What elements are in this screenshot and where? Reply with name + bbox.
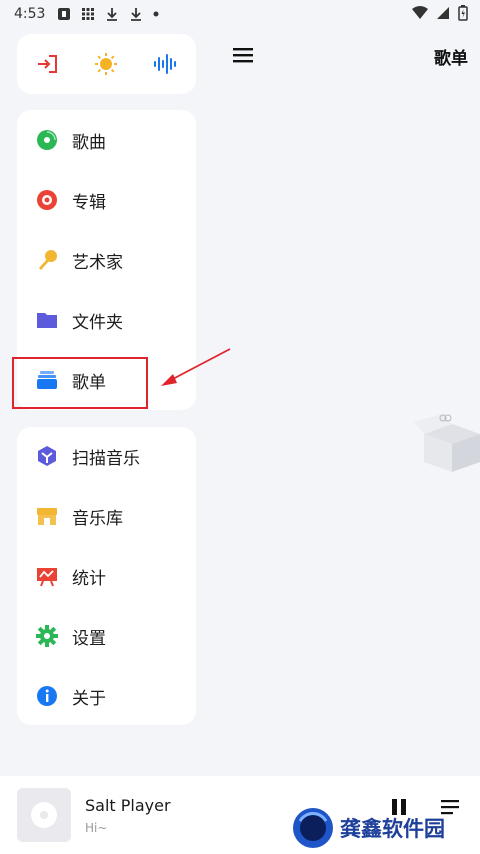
menu-item-albums[interactable]: 专辑 — [17, 174, 196, 226]
album-cover[interactable] — [17, 788, 71, 842]
tools-menu-card: 扫描音乐 音乐库 统计 设置 关于 — [17, 427, 196, 725]
menu-item-music-library[interactable]: 音乐库 — [17, 490, 196, 542]
menu-item-scan-music[interactable]: 扫描音乐 — [17, 430, 196, 482]
menu-item-songs[interactable]: 歌曲 — [17, 114, 196, 166]
settings-icon — [36, 625, 58, 647]
page-title: 歌单 — [434, 49, 468, 69]
audio-effects-button[interactable] — [146, 44, 186, 84]
menu-item-label: 专辑 — [72, 192, 106, 213]
sun-icon — [95, 53, 118, 75]
menu-item-label: 统计 — [72, 568, 106, 589]
menu-item-label: 艺术家 — [72, 252, 123, 273]
menu-item-label: 音乐库 — [72, 508, 123, 529]
menu-item-label: 扫描音乐 — [72, 448, 140, 469]
signal-icon — [437, 7, 449, 19]
status-time: 4:53 — [14, 6, 46, 22]
menu-item-label: 文件夹 — [72, 312, 123, 333]
store-icon — [36, 505, 58, 527]
wifi-icon — [412, 6, 428, 19]
disc-icon — [36, 129, 58, 151]
menu-item-statistics[interactable]: 统计 — [17, 550, 196, 602]
player-info: Salt Player Hi~ — [85, 796, 171, 835]
menu-item-label: 关于 — [72, 688, 106, 709]
dot-icon — [153, 11, 159, 17]
scan-icon — [36, 445, 58, 467]
status-bar: 4:53 — [0, 0, 480, 28]
quick-actions-card — [17, 34, 196, 94]
menu-item-settings[interactable]: 设置 — [17, 610, 196, 662]
player-subtitle: Hi~ — [85, 820, 108, 835]
empty-box-icon — [414, 414, 480, 472]
exit-button[interactable] — [27, 44, 67, 84]
grid-icon — [82, 8, 95, 20]
hamburger-menu-icon[interactable] — [232, 46, 254, 64]
watermark: 龚鑫软件园 — [292, 806, 445, 850]
menu-item-folders[interactable]: 文件夹 — [17, 294, 196, 346]
disc-placeholder-icon — [31, 802, 57, 828]
menu-item-label: 设置 — [72, 628, 106, 649]
menu-item-artists[interactable]: 艺术家 — [17, 234, 196, 286]
notification-app-icon — [58, 8, 71, 20]
player-title: Salt Player — [85, 795, 171, 815]
menu-item-label: 歌曲 — [72, 132, 106, 153]
download-icon — [107, 8, 118, 21]
download-icon — [131, 8, 142, 21]
annotation-arrow-icon — [161, 348, 231, 386]
theme-toggle-button[interactable] — [86, 44, 126, 84]
menu-item-about[interactable]: 关于 — [17, 670, 196, 722]
stats-icon — [36, 565, 58, 587]
album-icon — [36, 189, 58, 211]
watermark-text: 龚鑫软件园 — [340, 817, 445, 841]
highlight-box — [12, 357, 148, 409]
status-icons — [57, 7, 159, 21]
watermark-logo-icon — [293, 808, 333, 848]
exit-icon — [37, 55, 57, 73]
waveform-icon — [154, 54, 177, 74]
info-icon — [36, 685, 58, 707]
status-right-icons — [412, 5, 468, 21]
microphone-icon — [36, 249, 58, 271]
battery-icon — [458, 5, 468, 21]
folder-icon — [36, 309, 58, 331]
